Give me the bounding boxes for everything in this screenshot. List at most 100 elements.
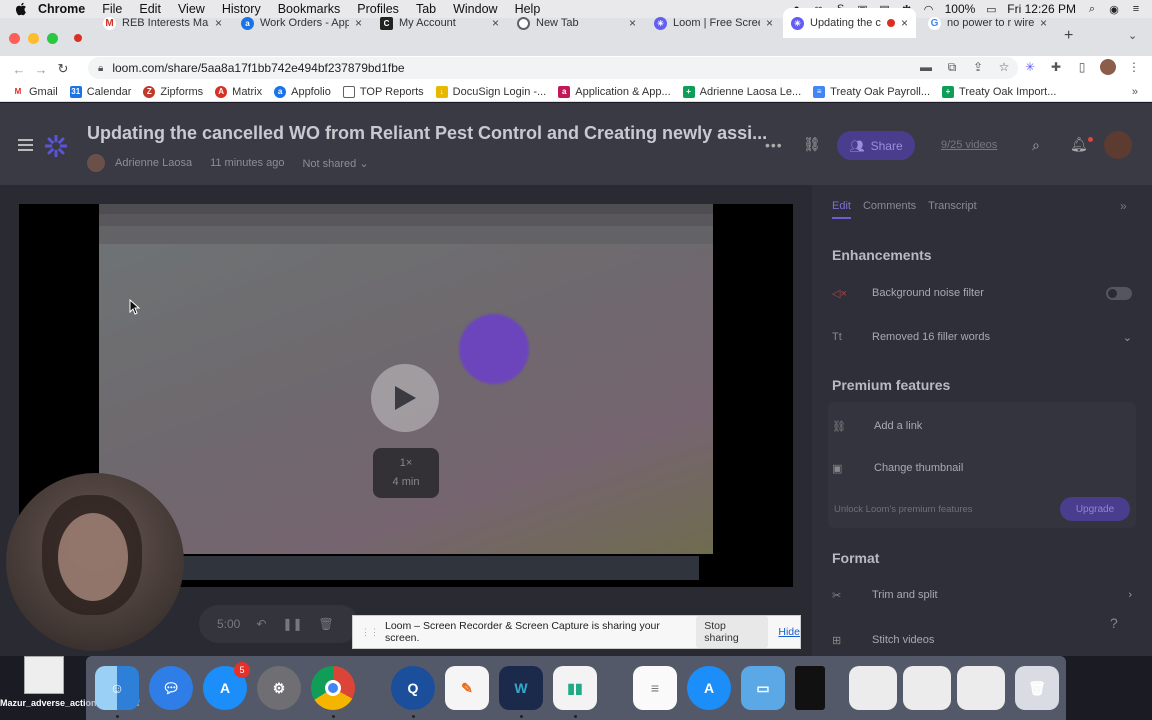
tab-search-chevron-icon[interactable]: ⌄ <box>1128 29 1137 42</box>
back-button[interactable]: ← <box>8 62 30 77</box>
zoom-window-button[interactable] <box>47 33 58 44</box>
tab-google-search[interactable]: G no power to r wire × <box>920 8 1055 38</box>
copy-link-icon[interactable]: ⛓ <box>803 136 821 153</box>
extensions-icon[interactable]: ✚ <box>1048 59 1064 75</box>
close-tab-icon[interactable]: × <box>901 16 908 30</box>
bookmark-treaty-payroll[interactable]: ≡ Treaty Oak Payroll... <box>813 85 930 98</box>
finder-icon[interactable]: ☺ <box>95 666 139 710</box>
tab-transcript[interactable]: Transcript <box>928 200 977 219</box>
noise-filter-row[interactable]: ◁× Background noise filter <box>832 275 1132 311</box>
close-tab-icon[interactable]: × <box>492 16 499 30</box>
sharing-status-dropdown[interactable]: Not shared ⌄ <box>302 157 368 170</box>
pages-icon[interactable]: ✎ <box>445 666 489 710</box>
bookmark-calendar[interactable]: 31 Calendar <box>69 85 131 98</box>
change-thumbnail-row[interactable]: ▣ Change thumbnail <box>832 450 1132 486</box>
hide-link[interactable]: Hide <box>778 626 800 638</box>
forward-button[interactable]: → <box>30 62 52 77</box>
downloads-folder-icon[interactable]: ▭ <box>741 666 785 710</box>
bookmark-treaty-import[interactable]: + Treaty Oak Import... <box>942 85 1056 98</box>
bookmark-adrienne[interactable]: + Adrienne Laosa Le... <box>682 85 801 98</box>
menu-chrome[interactable]: Chrome <box>38 2 85 16</box>
close-tab-icon[interactable]: × <box>1040 16 1047 30</box>
trim-split-row[interactable]: ✂ Trim and split › <box>832 577 1132 613</box>
video-title[interactable]: Updating the cancelled WO from Reliant P… <box>87 123 767 144</box>
quicktime-icon[interactable]: Q <box>391 666 435 710</box>
pause-icon[interactable]: ❚❚ <box>282 617 302 631</box>
tab-edit[interactable]: Edit <box>832 200 851 219</box>
tab-my-account[interactable]: C My Account × <box>372 8 507 38</box>
install-app-icon[interactable]: ⧉ <box>944 59 960 75</box>
siri-icon[interactable]: ◉ <box>1108 3 1120 16</box>
lock-icon[interactable]: 🔒︎ <box>98 63 103 74</box>
system-preferences-icon[interactable]: ⚙ <box>257 666 301 710</box>
share-button[interactable]: 👥︎ Share <box>837 131 915 160</box>
screenshot-thumbnail-icon[interactable] <box>795 666 825 710</box>
chevron-down-icon[interactable]: ⌄ <box>1123 331 1132 344</box>
webex-icon[interactable]: W <box>499 666 543 710</box>
reload-button[interactable]: ↻ <box>52 61 74 77</box>
close-tab-icon[interactable]: × <box>629 16 636 30</box>
bookmark-gmail[interactable]: M Gmail <box>12 85 58 98</box>
new-tab-button[interactable]: + <box>1064 27 1073 45</box>
desktop-pdf-icon[interactable] <box>24 656 64 694</box>
loom-logo-icon[interactable] <box>44 134 68 158</box>
bookmark-star-icon[interactable]: ☆ <box>996 59 1012 75</box>
filler-words-row[interactable]: Tt Removed 16 filler words ⌄ <box>832 319 1132 355</box>
app-store-folder-icon[interactable]: A <box>687 666 731 710</box>
stitch-videos-row[interactable]: ⊞ Stitch videos <box>832 622 1132 656</box>
chrome-app-icon[interactable] <box>311 666 355 710</box>
address-bar[interactable]: 🔒︎ loom.com/share/5aa8a17f1bb742e494bf23… <box>88 57 1018 79</box>
bookmark-docusign[interactable]: ↓ DocuSign Login -... <box>435 85 546 98</box>
trash-icon[interactable]: 🗑︎ <box>319 617 334 631</box>
noise-filter-toggle[interactable] <box>1106 286 1132 300</box>
tab-new-tab[interactable]: New Tab × <box>509 8 644 38</box>
search-icon[interactable]: ⌕ <box>1032 137 1040 154</box>
tab-mail[interactable]: M REB Interests Mail × <box>95 8 230 38</box>
tab-loom-video[interactable]: ✳ Updating the c × <box>783 8 916 38</box>
textedit-icon[interactable]: ≡ <box>633 666 677 710</box>
tab-work-orders[interactable]: a Work Orders - App × <box>233 8 370 38</box>
stop-sharing-button[interactable]: Stop sharing <box>696 616 769 648</box>
cast-icon[interactable]: ▬ <box>918 59 934 75</box>
hamburger-menu-icon[interactable] <box>18 139 33 154</box>
bookmark-matrix[interactable]: A Matrix <box>215 85 262 98</box>
bookmark-application[interactable]: a Application & App... <box>558 85 671 98</box>
help-icon[interactable]: ? <box>1110 615 1118 631</box>
spotlight-search-icon[interactable]: ⌕ <box>1086 3 1098 15</box>
author-name[interactable]: Adrienne Laosa <box>115 157 192 169</box>
close-tab-icon[interactable]: × <box>215 16 222 30</box>
user-avatar[interactable] <box>1104 131 1132 159</box>
document-thumbnail-icon[interactable] <box>903 666 951 710</box>
share-page-icon[interactable]: ⇪ <box>970 59 986 75</box>
close-window-button[interactable] <box>9 33 20 44</box>
bookmark-top-reports[interactable]: TOP Reports <box>342 85 424 98</box>
notification-bell-icon[interactable]: 🔔︎ <box>1070 136 1088 153</box>
document-thumbnail-icon[interactable] <box>849 666 897 710</box>
videos-count-link[interactable]: 9/25 videos <box>941 139 997 151</box>
webcam-bubble[interactable] <box>6 473 184 651</box>
restart-icon[interactable]: ↶ <box>256 617 266 631</box>
collapse-panel-icon[interactable]: » <box>1120 199 1127 213</box>
messages-icon[interactable]: 💬︎ <box>149 666 193 710</box>
tab-comments[interactable]: Comments <box>863 200 916 219</box>
chrome-menu-icon[interactable]: ⋮ <box>1126 59 1142 75</box>
apple-icon[interactable] <box>14 2 28 16</box>
bookmark-zipforms[interactable]: Z Zipforms <box>143 85 203 98</box>
upgrade-button[interactable]: Upgrade <box>1060 497 1130 521</box>
speed-duration-badge[interactable]: 1× 4 min <box>373 448 439 498</box>
control-center-icon[interactable]: ≡ <box>1130 3 1142 15</box>
tab-loom-home[interactable]: ✳ Loom | Free Scree × <box>646 8 781 38</box>
document-thumbnail-icon[interactable] <box>957 666 1005 710</box>
more-bookmarks-icon[interactable]: » <box>1132 86 1138 98</box>
desktop-file-label[interactable]: Mazur_adverse_action_letter.pdf <box>0 698 140 709</box>
drag-handle-icon[interactable]: ⋮⋮ <box>361 627 379 638</box>
profile-avatar[interactable] <box>1100 59 1116 75</box>
numbers-icon[interactable]: ▮▮ <box>553 666 597 710</box>
side-panel-icon[interactable]: ▯ <box>1074 59 1090 75</box>
play-button[interactable] <box>371 364 439 432</box>
add-link-row[interactable]: ⛓ Add a link <box>832 408 1132 444</box>
trash-icon[interactable]: 🗑︎ <box>1015 666 1059 710</box>
close-tab-icon[interactable]: × <box>355 16 362 30</box>
minimize-window-button[interactable] <box>28 33 39 44</box>
loom-extension-icon[interactable]: ✳ <box>1022 59 1038 75</box>
